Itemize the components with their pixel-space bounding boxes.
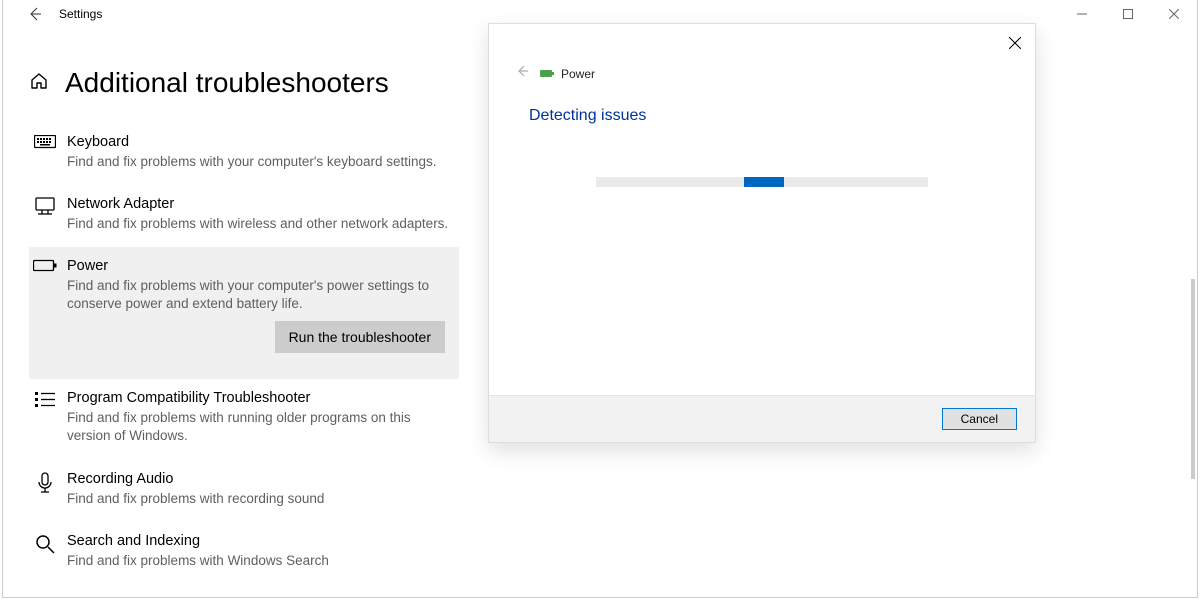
item-desc: Find and fix problems with your computer… [67, 153, 453, 171]
page-title: Additional troubleshooters [65, 67, 389, 99]
progress-fill [744, 177, 784, 187]
troubleshooter-list: Keyboard Find and fix problems with your… [29, 123, 459, 584]
program-icon [31, 391, 59, 409]
dialog-header: Power [489, 24, 1035, 89]
item-desc: Find and fix problems with recording sou… [67, 490, 453, 508]
dialog-footer: Cancel [489, 395, 1035, 442]
scrollbar[interactable] [1191, 279, 1195, 479]
troubleshooter-dialog: Power Detecting issues Cancel [488, 23, 1036, 443]
troubleshooter-item-program-compat[interactable]: Program Compatibility Troubleshooter Fin… [29, 379, 459, 459]
power-icon [31, 259, 59, 273]
item-title: Search and Indexing [67, 532, 453, 551]
troubleshooter-item-search[interactable]: Search and Indexing Find and fix problem… [29, 522, 459, 584]
item-desc: Find and fix problems with your computer… [67, 277, 453, 313]
close-button[interactable] [1151, 0, 1197, 29]
dialog-title: Power [561, 67, 595, 81]
item-desc: Find and fix problems with wireless and … [67, 215, 453, 233]
close-icon [1009, 37, 1021, 49]
item-desc: Find and fix problems with Windows Searc… [67, 552, 453, 570]
minimize-icon [1077, 9, 1087, 19]
troubleshooter-item-network[interactable]: Network Adapter Find and fix problems wi… [29, 185, 459, 247]
maximize-button[interactable] [1105, 0, 1151, 29]
network-adapter-icon [31, 197, 59, 217]
search-icon [31, 534, 59, 554]
item-title: Program Compatibility Troubleshooter [67, 389, 453, 408]
troubleshooter-item-keyboard[interactable]: Keyboard Find and fix problems with your… [29, 123, 459, 185]
close-icon [1169, 9, 1179, 19]
dialog-power-icon [539, 66, 555, 82]
item-title: Recording Audio [67, 470, 453, 489]
dialog-status-text: Detecting issues [529, 107, 995, 125]
window-controls [1059, 0, 1197, 29]
back-arrow-icon [515, 64, 529, 78]
progress-bar [596, 177, 928, 187]
recording-icon [31, 472, 59, 494]
item-desc: Find and fix problems with running older… [67, 409, 453, 445]
cancel-button[interactable]: Cancel [942, 408, 1017, 430]
item-title: Keyboard [67, 133, 453, 152]
troubleshooter-item-recording[interactable]: Recording Audio Find and fix problems wi… [29, 460, 459, 522]
dialog-back-button[interactable] [515, 64, 529, 83]
keyboard-icon [31, 135, 59, 149]
home-icon[interactable] [29, 71, 49, 96]
maximize-icon [1123, 9, 1133, 19]
back-button[interactable] [23, 2, 47, 26]
item-title: Network Adapter [67, 195, 453, 214]
item-title: Power [67, 257, 453, 276]
dialog-close-button[interactable] [1009, 36, 1021, 53]
minimize-button[interactable] [1059, 0, 1105, 29]
dialog-body: Detecting issues [489, 89, 1035, 395]
back-arrow-icon [27, 6, 43, 22]
window-title: Settings [59, 7, 102, 21]
troubleshooter-item-power[interactable]: Power Find and fix problems with your co… [29, 247, 459, 379]
run-troubleshooter-button[interactable]: Run the troubleshooter [275, 321, 445, 353]
